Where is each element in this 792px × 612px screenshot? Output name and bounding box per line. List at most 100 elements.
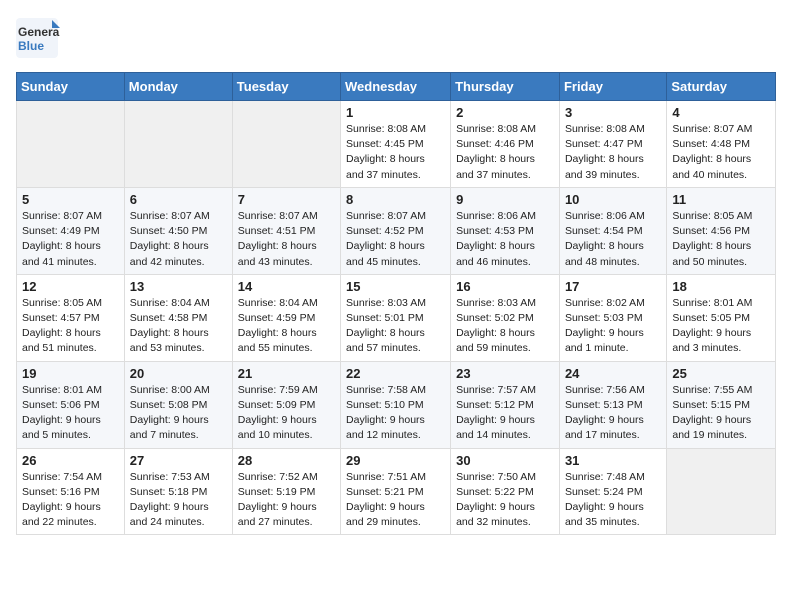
weekday-header-row: SundayMondayTuesdayWednesdayThursdayFrid… (17, 73, 776, 101)
calendar-cell (17, 101, 125, 188)
calendar-cell: 14 Sunrise: 8:04 AM Sunset: 4:59 PM Dayli… (232, 274, 340, 361)
calendar-cell (232, 101, 340, 188)
day-info: Sunrise: 7:58 AM Sunset: 5:10 PM Dayligh… (346, 383, 445, 444)
day-number: 25 (672, 366, 770, 381)
calendar-cell: 2Sunrise: 8:08 AM Sunset: 4:46 PM Daylig… (451, 101, 560, 188)
weekday-header-thursday: Thursday (451, 73, 560, 101)
calendar-cell: 31 Sunrise: 7:48 AM Sunset: 5:24 PM Dayli… (559, 448, 666, 535)
day-number: 10 (565, 192, 661, 207)
day-number: 14 (238, 279, 335, 294)
calendar-cell: 27Sunrise: 7:53 AM Sunset: 5:18 PM Dayli… (124, 448, 232, 535)
day-number: 28 (238, 453, 335, 468)
week-row-5: 26Sunrise: 7:54 AM Sunset: 5:16 PM Dayli… (17, 448, 776, 535)
calendar-cell: 23 Sunrise: 7:57 AM Sunset: 5:12 PM Dayli… (451, 361, 560, 448)
weekday-header-friday: Friday (559, 73, 666, 101)
calendar-table: SundayMondayTuesdayWednesdayThursdayFrid… (16, 72, 776, 535)
calendar-cell: 28 Sunrise: 7:52 AM Sunset: 5:19 PM Dayli… (232, 448, 340, 535)
day-number: 15 (346, 279, 445, 294)
page-header: General Blue (16, 16, 776, 60)
day-info: Sunrise: 8:07 AM Sunset: 4:51 PM Dayligh… (238, 209, 335, 270)
day-info: Sunrise: 7:48 AM Sunset: 5:24 PM Dayligh… (565, 470, 661, 531)
day-number: 26 (22, 453, 119, 468)
day-info: Sunrise: 8:08 AM Sunset: 4:45 PM Dayligh… (346, 122, 445, 183)
day-info: Sunrise: 8:01 AM Sunset: 5:06 PM Dayligh… (22, 383, 119, 444)
day-number: 4 (672, 105, 770, 120)
day-number: 18 (672, 279, 770, 294)
day-number: 21 (238, 366, 335, 381)
calendar-cell: 15 Sunrise: 8:03 AM Sunset: 5:01 PM Dayli… (341, 274, 451, 361)
weekday-header-saturday: Saturday (667, 73, 776, 101)
day-info: Sunrise: 8:02 AM Sunset: 5:03 PM Dayligh… (565, 296, 661, 357)
calendar-cell: 26Sunrise: 7:54 AM Sunset: 5:16 PM Dayli… (17, 448, 125, 535)
calendar-cell: 21 Sunrise: 7:59 AM Sunset: 5:09 PM Dayli… (232, 361, 340, 448)
calendar-cell: 17 Sunrise: 8:02 AM Sunset: 5:03 PM Dayli… (559, 274, 666, 361)
svg-text:Blue: Blue (18, 39, 44, 53)
week-row-1: 1 Sunrise: 8:08 AM Sunset: 4:45 PM Daylig… (17, 101, 776, 188)
day-info: Sunrise: 8:07 AM Sunset: 4:48 PM Dayligh… (672, 122, 770, 183)
weekday-header-sunday: Sunday (17, 73, 125, 101)
day-number: 20 (130, 366, 227, 381)
day-info: Sunrise: 8:07 AM Sunset: 4:49 PM Dayligh… (22, 209, 119, 270)
calendar-cell: 7Sunrise: 8:07 AM Sunset: 4:51 PM Daylig… (232, 187, 340, 274)
calendar-cell: 13Sunrise: 8:04 AM Sunset: 4:58 PM Dayli… (124, 274, 232, 361)
calendar-cell: 9 Sunrise: 8:06 AM Sunset: 4:53 PM Daylig… (451, 187, 560, 274)
day-number: 24 (565, 366, 661, 381)
logo: General Blue (16, 16, 60, 60)
day-info: Sunrise: 8:04 AM Sunset: 4:59 PM Dayligh… (238, 296, 335, 357)
day-number: 2 (456, 105, 554, 120)
calendar-cell: 16 Sunrise: 8:03 AM Sunset: 5:02 PM Dayli… (451, 274, 560, 361)
day-info: Sunrise: 8:03 AM Sunset: 5:01 PM Dayligh… (346, 296, 445, 357)
day-number: 31 (565, 453, 661, 468)
weekday-header-tuesday: Tuesday (232, 73, 340, 101)
calendar-cell: 11Sunrise: 8:05 AM Sunset: 4:56 PM Dayli… (667, 187, 776, 274)
day-info: Sunrise: 8:07 AM Sunset: 4:50 PM Dayligh… (130, 209, 227, 270)
day-number: 30 (456, 453, 554, 468)
calendar-cell: 30Sunrise: 7:50 AM Sunset: 5:22 PM Dayli… (451, 448, 560, 535)
day-number: 3 (565, 105, 661, 120)
day-number: 5 (22, 192, 119, 207)
day-number: 17 (565, 279, 661, 294)
day-info: Sunrise: 8:06 AM Sunset: 4:53 PM Dayligh… (456, 209, 554, 270)
day-number: 12 (22, 279, 119, 294)
day-number: 16 (456, 279, 554, 294)
day-info: Sunrise: 7:51 AM Sunset: 5:21 PM Dayligh… (346, 470, 445, 531)
calendar-cell: 5 Sunrise: 8:07 AM Sunset: 4:49 PM Daylig… (17, 187, 125, 274)
calendar-cell: 20 Sunrise: 8:00 AM Sunset: 5:08 PM Dayli… (124, 361, 232, 448)
day-info: Sunrise: 7:56 AM Sunset: 5:13 PM Dayligh… (565, 383, 661, 444)
calendar-cell: 25Sunrise: 7:55 AM Sunset: 5:15 PM Dayli… (667, 361, 776, 448)
day-info: Sunrise: 8:08 AM Sunset: 4:47 PM Dayligh… (565, 122, 661, 183)
calendar-cell: 8Sunrise: 8:07 AM Sunset: 4:52 PM Daylig… (341, 187, 451, 274)
calendar-cell (667, 448, 776, 535)
day-info: Sunrise: 8:00 AM Sunset: 5:08 PM Dayligh… (130, 383, 227, 444)
calendar-cell: 6 Sunrise: 8:07 AM Sunset: 4:50 PM Daylig… (124, 187, 232, 274)
day-number: 13 (130, 279, 227, 294)
calendar-cell: 10Sunrise: 8:06 AM Sunset: 4:54 PM Dayli… (559, 187, 666, 274)
week-row-2: 5 Sunrise: 8:07 AM Sunset: 4:49 PM Daylig… (17, 187, 776, 274)
calendar-cell: 18 Sunrise: 8:01 AM Sunset: 5:05 PM Dayli… (667, 274, 776, 361)
day-number: 22 (346, 366, 445, 381)
day-number: 1 (346, 105, 445, 120)
day-info: Sunrise: 8:05 AM Sunset: 4:57 PM Dayligh… (22, 296, 119, 357)
day-number: 9 (456, 192, 554, 207)
calendar-cell: 22 Sunrise: 7:58 AM Sunset: 5:10 PM Dayli… (341, 361, 451, 448)
weekday-header-wednesday: Wednesday (341, 73, 451, 101)
day-number: 6 (130, 192, 227, 207)
weekday-header-monday: Monday (124, 73, 232, 101)
day-info: Sunrise: 7:59 AM Sunset: 5:09 PM Dayligh… (238, 383, 335, 444)
calendar-cell (124, 101, 232, 188)
day-number: 11 (672, 192, 770, 207)
day-info: Sunrise: 7:57 AM Sunset: 5:12 PM Dayligh… (456, 383, 554, 444)
calendar-cell: 24 Sunrise: 7:56 AM Sunset: 5:13 PM Dayli… (559, 361, 666, 448)
day-info: Sunrise: 7:52 AM Sunset: 5:19 PM Dayligh… (238, 470, 335, 531)
day-number: 23 (456, 366, 554, 381)
day-number: 29 (346, 453, 445, 468)
calendar-cell: 29 Sunrise: 7:51 AM Sunset: 5:21 PM Dayli… (341, 448, 451, 535)
calendar-cell: 4 Sunrise: 8:07 AM Sunset: 4:48 PM Daylig… (667, 101, 776, 188)
day-info: Sunrise: 8:03 AM Sunset: 5:02 PM Dayligh… (456, 296, 554, 357)
week-row-3: 12 Sunrise: 8:05 AM Sunset: 4:57 PM Dayli… (17, 274, 776, 361)
calendar-cell: 1 Sunrise: 8:08 AM Sunset: 4:45 PM Daylig… (341, 101, 451, 188)
calendar-cell: 3 Sunrise: 8:08 AM Sunset: 4:47 PM Daylig… (559, 101, 666, 188)
calendar-cell: 19Sunrise: 8:01 AM Sunset: 5:06 PM Dayli… (17, 361, 125, 448)
day-info: Sunrise: 8:01 AM Sunset: 5:05 PM Dayligh… (672, 296, 770, 357)
day-info: Sunrise: 7:53 AM Sunset: 5:18 PM Dayligh… (130, 470, 227, 531)
